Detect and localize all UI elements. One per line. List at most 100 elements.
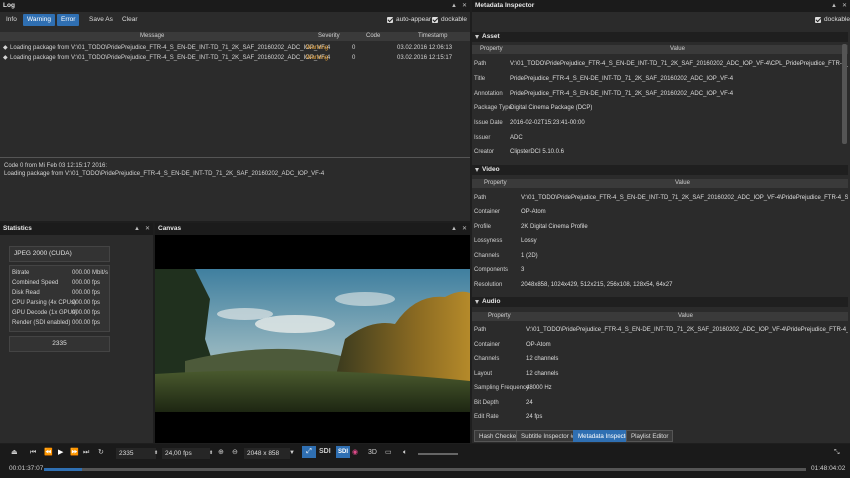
audio-row: Sampling Frequency 48000 Hz [474,385,552,391]
audio-section-header[interactable]: Audio [472,297,848,307]
log-divider [0,157,470,158]
eject-icon[interactable]: ⏏ [11,447,18,459]
timeline-track[interactable] [44,468,806,471]
meta-dockable-label: dockable [824,16,850,23]
time-start: 00:01:37:07 [9,465,44,472]
audio-row: Edit Rate 24 fps [474,414,543,420]
skip-start-icon[interactable]: ⏮ [30,447,36,459]
statistics-title: Statistics [0,223,153,235]
log-title: Log [0,0,470,12]
zoom-in-icon[interactable]: ⊕ [218,447,224,459]
asset-row: Path V:\01_TODO\PridePrejudice_FTR-4_S_EN… [474,61,848,67]
fps-spin-icon[interactable]: ⬍ [209,447,213,459]
asset-section-header[interactable]: Asset [472,32,848,42]
frame-spin-icon[interactable]: ⬍ [154,447,158,459]
loop-icon[interactable]: ↻ [98,447,104,459]
audio-row: Bit Depth 24 [474,400,533,406]
step-forward-icon[interactable]: ⏩ [70,447,79,459]
asset-row: Creator ClipsterDCI 5.10.0.6 [474,149,565,155]
tab-playlist-editor[interactable]: Playlist Editor [626,430,674,442]
3d-button[interactable]: 3D [368,447,377,459]
asset-row: Package Type Digital Cinema Package (DCP) [474,105,593,111]
video-row: Lossyness Lossy [474,238,537,244]
close-icon[interactable]: ✕ [842,0,847,12]
sdi-button[interactable]: SDI [319,446,331,458]
video-row: Components 3 [474,267,525,273]
log-row[interactable]: ◆ Loading package from V:\01_TODO\PrideP… [0,54,470,62]
stat-row: GPU Decode (1x GPUs) 000.00 fps [12,310,101,316]
skip-end-icon[interactable]: ⏭ [83,447,89,459]
auto-appear-checkbox[interactable]: auto-appear [387,14,431,26]
sdi-output-button[interactable]: SDI [336,446,351,458]
volume-icon[interactable]: 🔈︎ [403,447,407,459]
audio-table-header: Property Value [472,312,848,321]
meta-scrollbar[interactable] [842,44,847,144]
col-timestamp[interactable]: Timestamp [418,32,447,41]
color-wheel-icon[interactable]: ◉ [352,447,358,459]
frame-number-box: 2335 [9,336,110,352]
meta-dockable-checkbox[interactable]: dockable [815,14,850,26]
log-detail-line: Code 0 from Mi Feb 03 12:15:17 2016: [4,163,108,169]
canvas-title: Canvas [155,223,470,235]
asset-row: Annotation PridePrejudice_FTR-4_S_EN-DE_I… [474,91,734,97]
audio-row: Channels 12 channels [474,356,559,362]
filter-info-button[interactable]: Info [2,14,21,26]
filter-warning-button[interactable]: Warning [23,14,55,26]
video-row: Profile 2K Digital Cinema Profile [474,224,588,230]
asset-table-header: Property Value [472,45,848,54]
step-back-icon[interactable]: ⏪ [44,447,53,459]
log-table-header: Message Severity Code Timestamp [0,32,470,41]
stat-row: Disk Read 000.00 fps [12,290,101,296]
audio-row: Layout 12 channels [474,371,559,377]
video-frame[interactable] [155,269,470,412]
float-icon[interactable]: ▲ [831,0,837,12]
timeline-progress [44,468,83,471]
log-dockable-checkbox[interactable]: dockable [432,14,467,26]
asset-row: Issuer ADC [474,135,523,141]
frame-input[interactable]: 2335 [116,448,156,459]
auto-appear-label: auto-appear [396,16,432,23]
float-icon[interactable]: ▲ [134,223,140,235]
clear-button[interactable]: Clear [118,14,142,26]
resolution-select[interactable]: 2048 x 858 [244,448,290,459]
landscape-image [155,269,470,412]
fps-input[interactable]: 24,00 fps [162,448,210,459]
audio-row: Container OP-Atom [474,342,551,348]
volume-slider[interactable] [418,453,458,455]
audio-row: Path V:\01_TODO\PridePrejudice_FTR-4_S_EN… [474,327,848,333]
stat-row: Bitrate 000.00 Mbit/s [12,270,109,276]
log-row[interactable]: ◆ Loading package from V:\01_TODO\PrideP… [0,44,470,52]
metadata-title: Metadata Inspector [472,0,850,12]
float-icon[interactable]: ▲ [451,223,457,235]
video-section-header[interactable]: Video [472,165,848,175]
video-row: Path V:\01_TODO\PridePrejudice_FTR-4_S_EN… [474,195,848,201]
fit-to-window-icon[interactable]: ⤢ [302,446,316,458]
filter-error-button[interactable]: Error [57,14,80,26]
fullscreen-icon[interactable]: ⤡ [834,447,840,459]
close-icon[interactable]: ✕ [462,223,467,235]
col-severity[interactable]: Severity [318,32,340,41]
close-icon[interactable]: ✕ [145,223,150,235]
video-table-header: Property Value [472,179,848,188]
close-icon[interactable]: ✕ [462,0,467,12]
time-end: 01:48:04:02 [811,465,846,472]
play-icon[interactable]: ▶ [58,447,63,459]
layout-toggle-icon[interactable]: ▭ [385,447,392,459]
asset-row: Issue Date 2016-02-02T15:23:41-00:00 [474,120,585,126]
warning-bullet-icon: ◆ [3,55,8,61]
stat-row: Render (SDI enabled) 000.00 fps [12,320,101,326]
log-detail-line: Loading package from V:\01_TODO\PridePre… [4,171,325,177]
stat-row: Combined Speed 000.00 fps [12,280,101,286]
zoom-out-icon[interactable]: ⊖ [232,447,238,459]
col-code[interactable]: Code [366,32,380,41]
asset-row: Title PridePrejudice_FTR-4_S_EN-DE_INT-TD… [474,76,734,82]
warning-bullet-icon: ◆ [3,45,8,51]
chevron-down-icon[interactable]: ▼ [289,447,295,459]
video-row: Container OP-Atom [474,209,546,215]
log-dockable-label: dockable [441,16,468,23]
float-icon[interactable]: ▲ [451,0,457,12]
video-row: Resolution 2048x858, 1024x429, 512x215, 2… [474,282,673,288]
video-row: Channels 1 (2D) [474,253,538,259]
save-as-button[interactable]: Save As [85,14,117,26]
col-message[interactable]: Message [140,32,164,41]
